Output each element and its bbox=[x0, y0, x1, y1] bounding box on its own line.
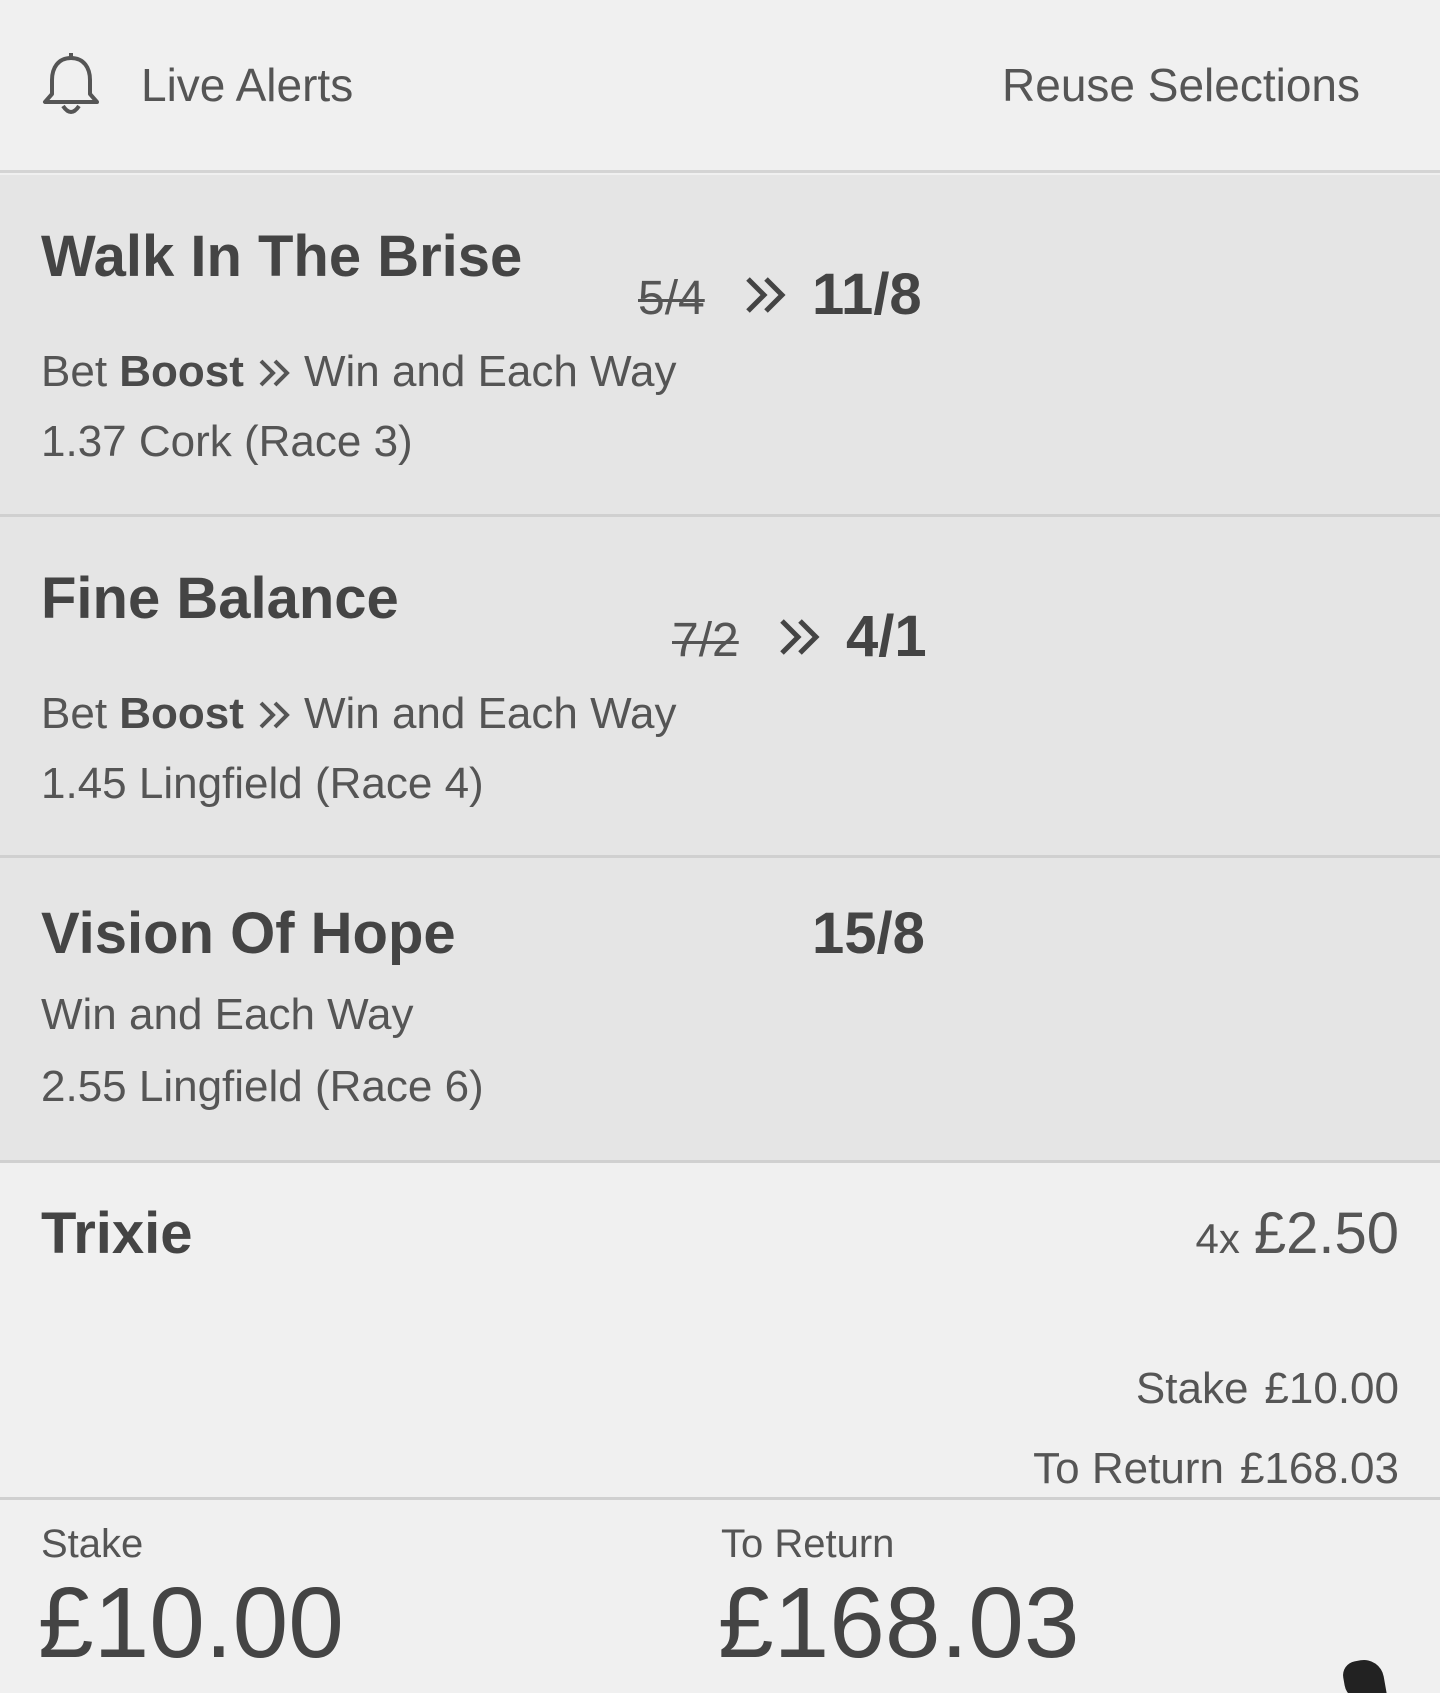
boost-arrow-icon bbox=[780, 619, 820, 655]
total-return-label: To Return bbox=[721, 1522, 895, 1566]
selection-card[interactable]: Vision Of Hope 15/8 Win and Each Way 2.5… bbox=[0, 858, 1440, 1163]
original-odds: 5/4 bbox=[638, 272, 705, 325]
original-odds: 7/2 bbox=[672, 614, 739, 667]
boosted-odds: 4/1 bbox=[846, 604, 927, 669]
unit-stake-field[interactable]: 4x £2.50 bbox=[1195, 1200, 1399, 1267]
bet-boost-line: Bet Boost Win and Each Way bbox=[41, 689, 676, 739]
boost-arrow-icon bbox=[746, 277, 786, 313]
odds: 15/8 bbox=[812, 901, 925, 966]
bet-return-row: To Return £168.03 bbox=[1033, 1444, 1399, 1494]
bet-boost-word: Boost bbox=[119, 347, 244, 396]
total-stake-value: £10.00 bbox=[38, 1567, 344, 1679]
bet-boost-prefix: Bet bbox=[41, 347, 108, 396]
bet-return-value: £168.03 bbox=[1239, 1444, 1399, 1493]
market-name: Win and Each Way bbox=[303, 347, 677, 396]
bet-stake-label: Stake bbox=[1135, 1364, 1249, 1413]
bet-boost-prefix: Bet bbox=[41, 689, 108, 738]
bell-icon[interactable] bbox=[40, 52, 102, 118]
total-return-value: £168.03 bbox=[718, 1567, 1080, 1679]
bet-type-label: Trixie bbox=[41, 1201, 193, 1266]
bet-boost-word: Boost bbox=[119, 689, 244, 738]
selection-card[interactable]: Walk In The Brise 5/4 11/8 Bet Boost Win … bbox=[0, 175, 1440, 517]
boosted-odds: 11/8 bbox=[812, 262, 922, 327]
reuse-selections-button[interactable]: Reuse Selections bbox=[1002, 58, 1360, 112]
bet-return-label: To Return bbox=[1033, 1444, 1224, 1493]
boost-chevron-icon bbox=[259, 359, 290, 387]
event-name: 2.55 Lingfield (Race 6) bbox=[41, 1062, 484, 1111]
runner-name: Fine Balance bbox=[41, 566, 399, 631]
bet-boost-line: Bet Boost Win and Each Way bbox=[41, 347, 676, 397]
bet-slip-header: Live Alerts Reuse Selections bbox=[0, 0, 1440, 173]
selection-card[interactable]: Fine Balance 7/2 4/1 Bet Boost Win and Ea… bbox=[0, 517, 1440, 858]
event-name: 1.45 Lingfield (Race 4) bbox=[41, 759, 484, 808]
market-name: Win and Each Way bbox=[303, 689, 677, 738]
lines-multiplier: 4x bbox=[1195, 1215, 1240, 1262]
live-alerts-link[interactable]: Live Alerts bbox=[141, 58, 353, 112]
market-name: Win and Each Way bbox=[41, 990, 414, 1039]
bet-stake-value: £10.00 bbox=[1264, 1364, 1399, 1413]
total-stake-label: Stake bbox=[41, 1522, 144, 1566]
event-name: 1.37 Cork (Race 3) bbox=[41, 417, 413, 466]
runner-name: Walk In The Brise bbox=[41, 224, 523, 289]
unit-stake-value: £2.50 bbox=[1253, 1201, 1399, 1266]
runner-name: Vision Of Hope bbox=[41, 901, 456, 966]
totals-footer: Stake £10.00 To Return £168.03 bbox=[0, 1497, 1440, 1693]
bet-stake-row: Stake £10.00 bbox=[1136, 1364, 1399, 1414]
boost-chevron-icon bbox=[259, 701, 290, 729]
